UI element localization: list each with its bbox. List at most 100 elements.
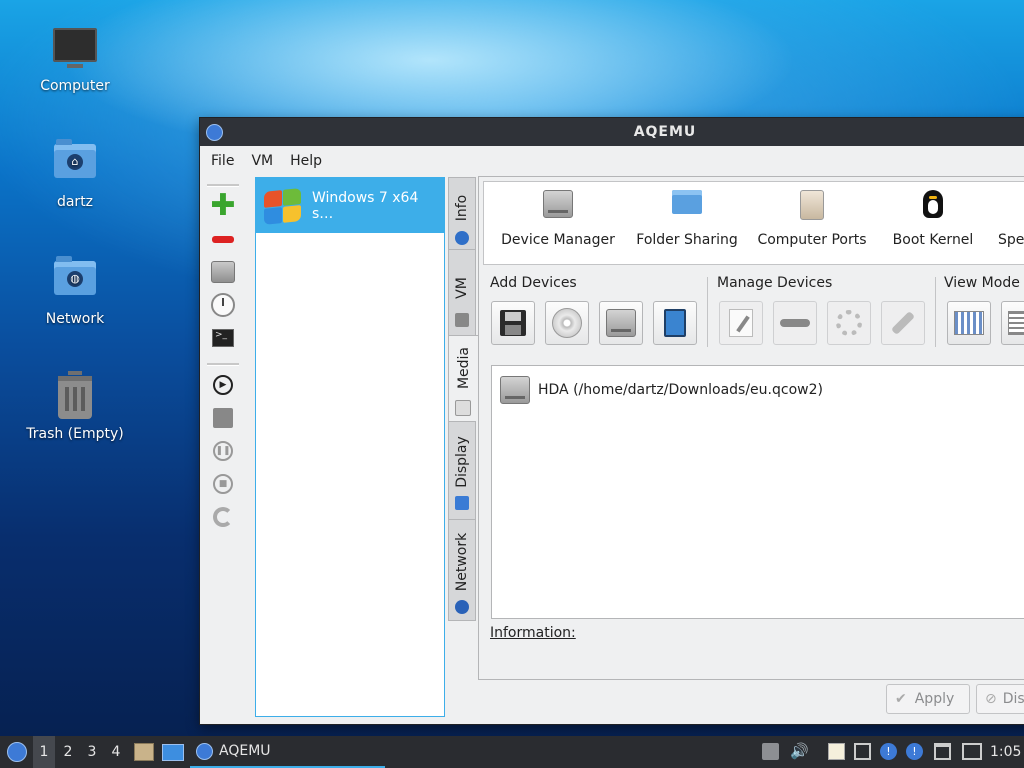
category-label: Spec: [998, 232, 1024, 248]
console-button[interactable]: >_: [208, 323, 238, 353]
toolbar-separator: [207, 363, 239, 366]
clock[interactable]: 1:05: [990, 736, 1024, 768]
media-panel: Device Manager Folder Sharing Computer P…: [478, 176, 1024, 680]
file-manager-icon: [134, 743, 154, 761]
desktop-icon: [162, 743, 184, 761]
tab-label: Info: [454, 194, 470, 222]
discard-button[interactable]: ⊘ Dis: [976, 684, 1024, 714]
minus-icon: [212, 235, 234, 243]
category-computer-ports[interactable]: Computer Ports: [756, 182, 868, 262]
volume-icon[interactable]: 🔊: [790, 743, 809, 760]
category-label: Device Manager: [501, 232, 615, 248]
manage-devices-label: Manage Devices: [717, 275, 833, 291]
apply-button[interactable]: ✔ Apply: [886, 684, 970, 714]
desktop-icon-dartz[interactable]: ⌂ dartz: [20, 138, 130, 210]
edit-icon: [729, 309, 753, 337]
vm-toolbar: ✚ >_ ▶ ❚❚ ■: [204, 180, 242, 535]
delete-vm-button[interactable]: [208, 224, 238, 254]
globe-icon: [455, 600, 469, 614]
display-status-icon[interactable]: [934, 743, 951, 760]
menu-vm[interactable]: VM: [246, 153, 285, 169]
desktop-icon-label: dartz: [56, 194, 94, 210]
eject-icon[interactable]: [762, 743, 779, 760]
pause-vm-button[interactable]: ❚❚: [208, 436, 238, 466]
add-storage-button[interactable]: [653, 301, 697, 345]
tools-icon: [455, 313, 469, 327]
harddisk-icon: [542, 190, 574, 220]
floppy-icon: [500, 310, 526, 336]
network-folder-icon: ◍: [53, 256, 97, 305]
check-icon: ✔: [895, 691, 907, 707]
tab-label: Media: [456, 346, 472, 390]
clear-device-button[interactable]: [881, 301, 925, 345]
save-vm-button[interactable]: [208, 403, 238, 433]
device-list[interactable]: HDA (/home/dartz/Downloads/eu.qcow2): [491, 365, 1024, 619]
info-icon: [455, 231, 469, 245]
file-manager-launcher[interactable]: [134, 736, 154, 768]
tab-network[interactable]: Network: [448, 519, 476, 621]
category-spec[interactable]: Spec: [998, 182, 1024, 262]
category-label: Folder Sharing: [636, 232, 738, 248]
menu-file[interactable]: File: [206, 153, 246, 169]
cancel-icon: ⊘: [985, 691, 997, 707]
category-device-manager[interactable]: Device Manager: [498, 182, 618, 262]
windows-logo-icon: [262, 185, 302, 225]
add-vm-button[interactable]: ✚: [208, 191, 238, 221]
show-desktop-button[interactable]: [162, 736, 184, 768]
device-label: HDA (/home/dartz/Downloads/eu.qcow2): [538, 382, 823, 398]
tab-display[interactable]: Display: [448, 421, 476, 519]
desktop-icon-network[interactable]: ◍ Network: [20, 255, 130, 327]
desktop-icon-computer[interactable]: Computer: [20, 22, 130, 94]
start-menu-button[interactable]: [4, 736, 30, 768]
desktop-icon-trash[interactable]: Trash (Empty): [20, 371, 130, 442]
reload-icon: [213, 507, 233, 527]
device-list-item[interactable]: HDA (/home/dartz/Downloads/eu.qcow2): [500, 376, 823, 404]
workspace-1[interactable]: 1: [33, 736, 55, 768]
vm-list-item[interactable]: Windows 7 x64 s…: [256, 178, 444, 233]
notification-icon[interactable]: !: [880, 743, 897, 760]
folder-icon: [671, 190, 703, 220]
workspace-label: 3: [87, 744, 97, 760]
tab-info[interactable]: Info: [448, 177, 476, 249]
floppy-icon: [213, 408, 233, 428]
tab-media[interactable]: Media: [448, 335, 479, 421]
add-harddisk-button[interactable]: [599, 301, 643, 345]
device-properties-button[interactable]: [827, 301, 871, 345]
edit-device-button[interactable]: [719, 301, 763, 345]
wired-network-icon[interactable]: [962, 743, 982, 760]
tux-icon: [917, 190, 949, 220]
tab-vm[interactable]: VM: [448, 249, 476, 335]
start-vm-button[interactable]: ▶: [208, 370, 238, 400]
view-list-button[interactable]: [1001, 301, 1024, 345]
workspace-2[interactable]: 2: [57, 736, 79, 768]
section-divider: [707, 277, 708, 347]
task-label: AQEMU: [219, 743, 271, 759]
category-folder-sharing[interactable]: Folder Sharing: [632, 182, 742, 262]
task-aqemu[interactable]: AQEMU: [190, 736, 385, 768]
vm-harddisk-button[interactable]: [208, 257, 238, 287]
workspace-3[interactable]: 3: [81, 736, 103, 768]
add-floppy-button[interactable]: [491, 301, 535, 345]
taskbar: 1 2 3 4 AQEMU 🔊 ! ! 1:05: [0, 736, 1024, 768]
snapshot-button[interactable]: [208, 290, 238, 320]
remove-device-button[interactable]: [773, 301, 817, 345]
desktop-icon-label: Network: [45, 311, 105, 327]
view-icons-button[interactable]: [947, 301, 991, 345]
discard-label: Dis: [1002, 691, 1024, 707]
grid-view-icon: [954, 311, 984, 335]
stop-vm-button[interactable]: ■: [208, 469, 238, 499]
vm-list[interactable]: Windows 7 x64 s…: [255, 177, 445, 717]
desktop-icon-label: Trash (Empty): [26, 426, 124, 442]
network-status-icon[interactable]: [854, 743, 871, 760]
trash-icon: [53, 371, 97, 420]
workspace-4[interactable]: 4: [105, 736, 127, 768]
window-titlebar[interactable]: AQEMU: [200, 118, 1024, 146]
reset-vm-button[interactable]: [208, 502, 238, 532]
clipboard-icon[interactable]: [828, 743, 845, 760]
information-label: Information:: [490, 625, 576, 641]
update-notification-icon[interactable]: !: [906, 743, 923, 760]
menu-help[interactable]: Help: [285, 153, 334, 169]
category-boot-kernel[interactable]: Boot Kernel: [888, 182, 978, 262]
add-cdrom-button[interactable]: [545, 301, 589, 345]
pause-icon: ❚❚: [213, 441, 233, 461]
